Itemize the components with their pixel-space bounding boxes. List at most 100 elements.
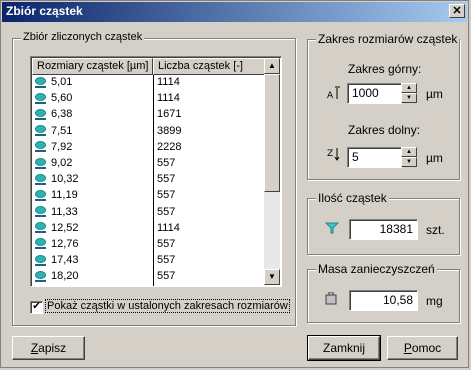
list-item[interactable]: 9,02 557 bbox=[32, 156, 265, 172]
count-value: 1114 bbox=[157, 221, 180, 234]
sort-ascending-icon: A bbox=[327, 86, 341, 101]
upper-range-spin-up[interactable]: ▲ bbox=[401, 83, 417, 93]
count-value: 557 bbox=[157, 237, 176, 250]
vertical-scrollbar[interactable]: ▲ ▼ bbox=[264, 58, 280, 285]
size-value: 5,01 bbox=[51, 76, 73, 88]
particle-icon bbox=[35, 141, 46, 153]
sort-descending-icon: Z bbox=[327, 147, 341, 161]
size-value: 7,92 bbox=[51, 140, 73, 153]
size-value: 17,43 bbox=[51, 254, 79, 267]
contamination-mass-group-label: Masa zanieczyszczeń bbox=[316, 262, 437, 276]
count-value: 557 bbox=[157, 254, 176, 267]
list-item[interactable]: 7,51 3899 bbox=[32, 124, 265, 140]
upper-range-label: Zakres górny: bbox=[348, 62, 422, 76]
particle-count-field: 18381 bbox=[349, 219, 418, 240]
particle-icon bbox=[35, 92, 46, 104]
count-value: 1671 bbox=[157, 108, 182, 121]
particle-icon bbox=[35, 76, 46, 88]
list-item[interactable]: 6,38 1671 bbox=[32, 107, 265, 123]
help-button[interactable]: Pomoc bbox=[387, 336, 458, 360]
count-value: 1114 bbox=[157, 76, 180, 88]
size-cell: 6,38 bbox=[34, 108, 72, 120]
list-item[interactable]: 11,19 557 bbox=[32, 188, 265, 204]
size-cell: 12,76 bbox=[34, 238, 79, 250]
particle-icon bbox=[35, 173, 46, 185]
scroll-thumb[interactable] bbox=[264, 74, 280, 192]
size-cell: 11,33 bbox=[34, 206, 78, 218]
particle-list[interactable]: Rozmiary cząstek [µm] Liczba cząstek [-]… bbox=[30, 56, 282, 287]
particle-count-unit: szt. bbox=[426, 223, 445, 237]
size-cell: 17,43 bbox=[34, 254, 79, 266]
list-item[interactable]: 11,33 557 bbox=[32, 205, 265, 221]
show-in-range-label[interactable]: Pokaż cząstki w ustalonych zakresach roz… bbox=[45, 299, 290, 313]
lower-range-spinner[interactable]: ▲ ▼ bbox=[401, 147, 417, 168]
list-item[interactable]: 5,60 1114 bbox=[32, 91, 265, 107]
window-title: Zbiór cząstek bbox=[6, 4, 83, 18]
lower-range-spin-up[interactable]: ▲ bbox=[401, 147, 417, 157]
count-value: 3899 bbox=[157, 124, 182, 137]
list-item[interactable]: 12,76 557 bbox=[32, 237, 265, 253]
scroll-up-button[interactable]: ▲ bbox=[264, 58, 280, 74]
particle-icon bbox=[35, 254, 46, 266]
list-item[interactable]: 5,01 1114 bbox=[32, 75, 265, 91]
close-button[interactable]: Zamknij bbox=[307, 335, 381, 361]
close-window-button[interactable]: ✕ bbox=[449, 4, 465, 18]
contamination-mass-field: 10,58 bbox=[349, 290, 418, 311]
list-item[interactable]: 12,52 1114 bbox=[32, 221, 265, 237]
particle-icon bbox=[35, 206, 46, 218]
particle-icon bbox=[35, 108, 46, 120]
lower-range-unit: µm bbox=[426, 151, 443, 165]
count-value: 557 bbox=[157, 156, 176, 169]
size-value: 6,38 bbox=[51, 108, 73, 121]
size-value: 12,52 bbox=[51, 221, 79, 234]
size-value: 11,33 bbox=[51, 205, 78, 218]
upper-range-input[interactable]: 1000 bbox=[347, 83, 402, 104]
size-value: 5,60 bbox=[51, 92, 73, 105]
size-cell: 9,02 bbox=[34, 157, 72, 169]
list-header: Rozmiary cząstek [µm] Liczba cząstek [-] bbox=[32, 58, 265, 75]
particle-icon bbox=[35, 189, 46, 201]
count-value: 557 bbox=[157, 173, 176, 186]
count-value: 557 bbox=[157, 270, 176, 283]
save-button[interactable]: Zapisz bbox=[12, 336, 85, 360]
column-header-count[interactable]: Liczba cząstek [-] bbox=[153, 58, 265, 75]
weight-icon bbox=[324, 291, 338, 308]
list-item[interactable]: 10,32 557 bbox=[32, 172, 265, 188]
show-in-range-checkbox[interactable]: ✔ bbox=[30, 301, 43, 314]
size-value: 9,02 bbox=[51, 156, 73, 169]
lower-range-spin-down[interactable]: ▼ bbox=[401, 157, 417, 167]
size-value: 18,20 bbox=[51, 270, 79, 283]
list-rows: 5,01 1114 5,60 1114 6,38 1671 7,51 3899 7,92 2228… bbox=[32, 75, 265, 285]
svg-text:A: A bbox=[327, 91, 334, 100]
size-value: 10,32 bbox=[51, 173, 79, 186]
size-value: 12,76 bbox=[51, 237, 79, 250]
upper-range-spin-down[interactable]: ▼ bbox=[401, 93, 417, 103]
dialog-window: Zbiór cząstek ✕ Zbiór zliczonych cząstek… bbox=[0, 0, 469, 368]
size-cell: 5,60 bbox=[34, 92, 72, 104]
particle-icon bbox=[35, 270, 46, 282]
particle-icon bbox=[35, 222, 46, 234]
lower-range-input[interactable]: 5 bbox=[347, 147, 402, 168]
particle-count-group-label: Ilość cząstek bbox=[316, 191, 389, 205]
list-item[interactable]: 7,92 2228 bbox=[32, 140, 265, 156]
size-value: 7,51 bbox=[51, 124, 73, 137]
scroll-down-button[interactable]: ▼ bbox=[264, 269, 280, 285]
filter-icon bbox=[324, 222, 340, 237]
size-range-group-label: Zakres rozmiarów cząstek bbox=[316, 32, 460, 46]
particle-icon bbox=[35, 125, 46, 137]
list-item[interactable]: 18,20 557 bbox=[32, 269, 265, 285]
size-cell: 5,01 bbox=[34, 76, 72, 88]
particle-icon bbox=[35, 157, 46, 169]
count-value: 2228 bbox=[157, 140, 182, 153]
particle-icon bbox=[35, 238, 46, 250]
count-value: 557 bbox=[157, 205, 176, 218]
list-item[interactable]: 17,43 557 bbox=[32, 253, 265, 269]
size-cell: 18,20 bbox=[34, 270, 79, 282]
lower-range-label: Zakres dolny: bbox=[348, 123, 421, 137]
size-cell: 11,19 bbox=[34, 189, 78, 201]
size-cell: 7,51 bbox=[34, 125, 72, 137]
title-bar[interactable]: Zbiór cząstek ✕ bbox=[2, 2, 467, 22]
column-header-size[interactable]: Rozmiary cząstek [µm] bbox=[32, 58, 153, 75]
upper-range-spinner[interactable]: ▲ ▼ bbox=[401, 83, 417, 104]
contamination-mass-unit: mg bbox=[426, 294, 443, 308]
